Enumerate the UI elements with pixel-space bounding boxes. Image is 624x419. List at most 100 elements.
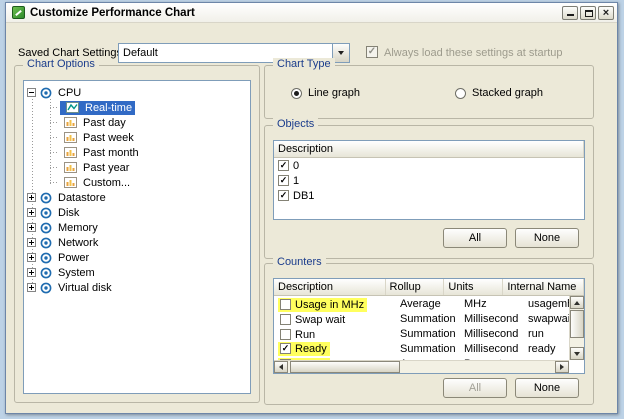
counter-row-run[interactable]: Run Summation Millisecond run [274, 326, 584, 341]
line-chart-icon [66, 102, 79, 113]
counter-units: MHz [460, 298, 524, 310]
object-row[interactable]: ✓ 0 [274, 158, 584, 173]
bar-chart-icon [64, 117, 77, 128]
tree-item-label: Past day [80, 116, 129, 130]
column-header-description[interactable]: Description [274, 141, 584, 157]
expand-icon[interactable] [27, 283, 36, 292]
counters-table: Description Rollup Units Internal Name U… [273, 278, 585, 374]
object-checkbox[interactable]: ✓ [278, 160, 289, 171]
expand-icon[interactable] [27, 208, 36, 217]
close-button[interactable]: × [598, 6, 614, 20]
minimize-button[interactable] [562, 6, 578, 20]
tree-item-network[interactable]: Network [24, 235, 250, 250]
tree-item-past-day[interactable]: Past day [24, 115, 250, 130]
expand-icon[interactable] [27, 223, 36, 232]
counter-checkbox[interactable]: ✓ [280, 343, 291, 354]
tree-item-past-year[interactable]: Past year [24, 160, 250, 175]
scroll-left-icon[interactable] [274, 361, 288, 373]
radio-stacked-graph[interactable]: Stacked graph [455, 87, 543, 99]
tree-item-power[interactable]: Power [24, 250, 250, 265]
tree-item-label: CPU [55, 86, 84, 100]
highlight-ready: ✓Ready [278, 342, 330, 356]
counter-description: Swap wait [295, 314, 345, 326]
object-label: DB1 [293, 190, 314, 202]
scroll-up-icon[interactable] [570, 296, 584, 309]
tree-item-disk[interactable]: Disk [24, 205, 250, 220]
tree-item-label: Datastore [55, 191, 109, 205]
objects-table: Description ✓ 0 ✓ 1 ✓ DB1 [273, 140, 585, 220]
chevron-down-icon [338, 51, 344, 55]
counter-description: Usage in MHz [295, 299, 364, 311]
scroll-down-icon[interactable] [570, 347, 584, 360]
objects-all-button[interactable]: All [443, 228, 507, 248]
object-checkbox[interactable]: ✓ [278, 175, 289, 186]
tree-item-virtual-disk[interactable]: Virtual disk [24, 280, 250, 295]
objects-table-header: Description [274, 141, 584, 158]
dialog-body: Saved Chart Settings: Default ✓ Always l… [6, 23, 617, 413]
category-icon [40, 222, 52, 234]
bar-chart-icon [64, 177, 77, 188]
counter-units: Millisecond [460, 343, 524, 355]
tree-item-label: Power [55, 251, 92, 265]
chart-type-group: Chart Type Line graph Stacked graph [264, 65, 594, 119]
counter-row-usage-in-mhz[interactable]: Usage in MHz Average MHz usagemhz [274, 296, 584, 311]
tree-item-label: Virtual disk [55, 281, 115, 295]
close-icon: × [599, 7, 613, 19]
tree-item-past-month[interactable]: Past month [24, 145, 250, 160]
category-icon [40, 192, 52, 204]
tree-item-label: Disk [55, 206, 82, 220]
counter-rollup: Summation [396, 313, 460, 325]
radio-unselected-icon [455, 88, 466, 99]
objects-none-button[interactable]: None [515, 228, 579, 248]
counter-checkbox[interactable] [280, 329, 291, 340]
counters-group: Counters Description Rollup Units Intern… [264, 263, 594, 405]
horizontal-scrollbar[interactable] [274, 360, 569, 373]
counters-all-button[interactable]: All [443, 378, 507, 398]
counter-units: Millisecond [460, 328, 524, 340]
column-header-units[interactable]: Units [444, 279, 503, 295]
column-header-rollup[interactable]: Rollup [386, 279, 445, 295]
bar-chart-icon [64, 162, 77, 173]
counter-row-swap-wait[interactable]: Swap wait Summation Millisecond swapwait [274, 311, 584, 326]
tree-item-custom[interactable]: Custom... [24, 175, 250, 190]
expand-icon[interactable] [27, 193, 36, 202]
counters-none-button[interactable]: None [515, 378, 579, 398]
title-bar[interactable]: Customize Performance Chart × [6, 3, 617, 23]
counter-description: Run [295, 329, 315, 341]
counter-checkbox[interactable] [280, 314, 291, 325]
tree-item-past-week[interactable]: Past week [24, 130, 250, 145]
tree-item-label: Real-time [82, 101, 135, 115]
counter-rollup: Summation [396, 328, 460, 340]
radio-line-graph[interactable]: Line graph [291, 87, 360, 99]
tree-item-label: Memory [55, 221, 101, 235]
tree-item-memory[interactable]: Memory [24, 220, 250, 235]
column-header-description[interactable]: Description [274, 279, 386, 295]
tree-item-cpu[interactable]: CPU [24, 85, 250, 100]
column-header-internal-name[interactable]: Internal Name [503, 279, 584, 295]
startup-checkbox[interactable]: ✓ [366, 46, 378, 58]
scroll-right-icon[interactable] [555, 361, 569, 373]
chart-options-tree: CPU Real-time [23, 80, 251, 394]
window-controls: × [562, 6, 614, 20]
collapse-icon[interactable] [27, 88, 36, 97]
object-checkbox[interactable]: ✓ [278, 190, 289, 201]
horizontal-scroll-thumb[interactable] [290, 361, 400, 373]
vertical-scrollbar[interactable] [569, 296, 584, 360]
category-icon [40, 207, 52, 219]
radio-selected-icon [291, 88, 302, 99]
counter-row-ready[interactable]: ✓Ready Summation Millisecond ready [274, 341, 584, 356]
tree-item-real-time[interactable]: Real-time [24, 100, 250, 115]
maximize-button[interactable] [580, 6, 596, 20]
expand-icon[interactable] [27, 268, 36, 277]
object-row[interactable]: ✓ DB1 [274, 188, 584, 203]
expand-icon[interactable] [27, 238, 36, 247]
scroll-track[interactable] [400, 361, 555, 373]
counter-checkbox[interactable] [280, 299, 291, 310]
objects-group: Objects Description ✓ 0 ✓ 1 ✓ [264, 125, 594, 259]
object-row[interactable]: ✓ 1 [274, 173, 584, 188]
vertical-scroll-thumb[interactable] [570, 310, 584, 338]
tree-item-system[interactable]: System [24, 265, 250, 280]
tree-item-datastore[interactable]: Datastore [24, 190, 250, 205]
expand-icon[interactable] [27, 253, 36, 262]
objects-group-title: Objects [273, 118, 318, 130]
